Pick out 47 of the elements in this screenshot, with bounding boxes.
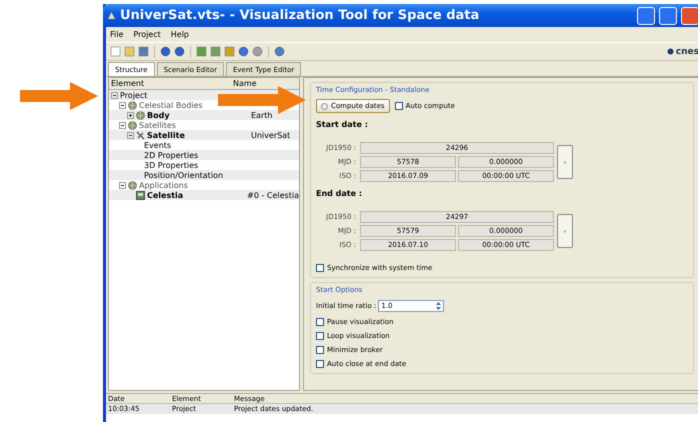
app-icon [107, 11, 116, 20]
globe-icon [128, 180, 137, 190]
calendar-button[interactable] [557, 145, 573, 179]
checkbox[interactable] [316, 346, 324, 354]
tree-item[interactable]: Satellite [147, 130, 185, 140]
tree-item[interactable]: Body [147, 110, 170, 120]
collapse-icon[interactable] [111, 92, 118, 98]
maximize-button[interactable] [659, 6, 677, 24]
checkbox[interactable] [316, 332, 324, 340]
globe-icon [136, 110, 145, 120]
tree-cell: #0 - Celestia [247, 190, 299, 200]
checkbox[interactable] [316, 264, 324, 272]
globe-icon [128, 120, 137, 130]
minimize-button[interactable] [637, 6, 655, 24]
close-button[interactable] [681, 6, 698, 24]
collapse-icon[interactable] [119, 122, 126, 128]
collapse-icon[interactable] [119, 102, 126, 108]
section-label: End date : [316, 189, 364, 198]
tree-item[interactable]: Celestial Bodies [139, 100, 203, 110]
expand-icon[interactable] [127, 112, 134, 118]
circle-icon[interactable] [160, 46, 171, 57]
tree-cell: Earth [251, 110, 272, 120]
tree-item[interactable]: 3D Properties [144, 160, 198, 170]
collapse-icon[interactable] [119, 182, 126, 188]
checkbox[interactable] [316, 318, 324, 326]
tree-item[interactable]: Project [120, 90, 148, 100]
application-icon [136, 190, 145, 200]
collapse-icon[interactable] [127, 132, 134, 138]
spin-arrows-icon[interactable] [436, 302, 442, 310]
column-header: Name [233, 79, 257, 88]
menu-item[interactable]: File [110, 30, 124, 39]
tree-item[interactable]: Applications [139, 180, 188, 190]
window-title: UniverSat.vts- - Visualization Tool for Space data [120, 8, 480, 23]
tree-item[interactable]: Satellites [139, 120, 176, 130]
tree-cell: UniverSat [251, 130, 290, 140]
section-label: Start date : [316, 120, 369, 129]
logo-icon [666, 48, 674, 55]
calendar-button[interactable] [557, 214, 573, 248]
menu-item[interactable]: Help [170, 30, 190, 39]
tree-item[interactable]: Events [144, 140, 172, 150]
circle-icon[interactable] [174, 46, 185, 57]
column-header: Element [111, 79, 146, 88]
menu-item[interactable]: Project [133, 30, 161, 39]
checkbox[interactable] [394, 102, 403, 110]
globe-icon [128, 100, 137, 110]
tree-item[interactable]: Celestia [147, 190, 184, 200]
checkbox[interactable] [316, 360, 324, 368]
